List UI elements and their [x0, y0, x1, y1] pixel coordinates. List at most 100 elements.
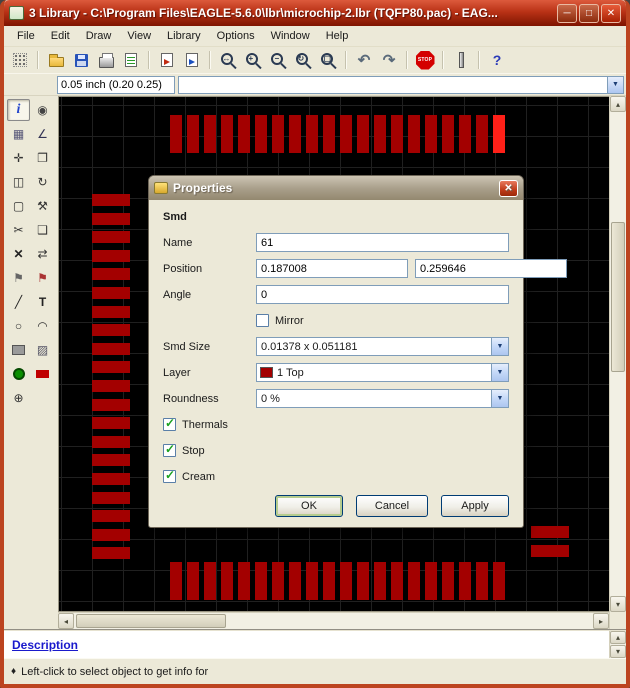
smd-pad-bottom-row[interactable] [204, 562, 216, 600]
description-scrollbar[interactable] [609, 631, 626, 658]
zoom-redraw-button[interactable] [291, 49, 315, 71]
open-button[interactable] [44, 49, 68, 71]
smd-pad-top-row[interactable] [238, 115, 250, 153]
circle-tool[interactable]: ○ [7, 315, 30, 337]
position-x-input[interactable] [256, 259, 408, 278]
smd-pad-top-row[interactable] [272, 115, 284, 153]
redo-button[interactable]: ↷ [377, 49, 401, 71]
smd-pad-left-column[interactable] [92, 380, 130, 392]
mirror-checkbox[interactable] [256, 314, 269, 327]
cut-tool[interactable]: ✂ [7, 219, 30, 241]
smd-pad-bottom-row[interactable] [221, 562, 233, 600]
command-history-dropdown-arrow[interactable] [607, 76, 623, 93]
smd-pad-bottom-row[interactable] [170, 562, 182, 600]
angle-input[interactable] [256, 285, 509, 304]
cam-processor-button[interactable] [119, 49, 143, 71]
apply-button[interactable]: Apply [441, 495, 509, 517]
display-tool[interactable]: ▦ [7, 123, 30, 145]
dialog-close-button[interactable] [499, 179, 518, 197]
smd-pad-bottom-row[interactable] [306, 562, 318, 600]
thermals-checkbox[interactable] [163, 416, 176, 431]
smd-pad-bottom-row[interactable] [357, 562, 369, 600]
smd-pad-top-row[interactable] [374, 115, 386, 153]
run-ulp-button[interactable] [449, 49, 473, 71]
mark-tool[interactable]: ∠ [31, 123, 54, 145]
smd-pad-left-column[interactable] [92, 547, 130, 560]
description-link[interactable]: Description [12, 638, 78, 652]
smd-pad-bottom-row[interactable] [459, 562, 471, 600]
vscroll-track[interactable] [610, 372, 626, 596]
arc-tool[interactable]: ◠ [31, 315, 54, 337]
smd-pad-top-row[interactable] [306, 115, 318, 153]
pad-tool[interactable] [7, 363, 30, 385]
smd-pad-left-column[interactable] [92, 268, 130, 281]
zoom-select-button[interactable] [316, 49, 340, 71]
move-tool[interactable]: ✛ [7, 147, 30, 169]
hole-tool[interactable]: ⊕ [7, 387, 30, 409]
smd-size-select[interactable]: 0.01378 x 0.051181 [256, 337, 509, 356]
name-input[interactable] [256, 233, 509, 252]
smd-pad-bottom-row[interactable] [187, 562, 199, 600]
smd-pad-left-column[interactable] [92, 454, 130, 467]
info-tool[interactable]: i [7, 99, 30, 121]
smd-pad-left-column[interactable] [92, 435, 130, 448]
smd-pad-bottom-row[interactable] [238, 562, 250, 600]
smd-pad-top-row[interactable] [323, 115, 335, 153]
smd-pad-bottom-row[interactable] [323, 562, 335, 600]
zoom-fit-button[interactable] [216, 49, 240, 71]
canvas-vscrollbar[interactable] [610, 96, 626, 612]
smd-pad-top-row[interactable] [221, 115, 233, 153]
smd-pad-left-column[interactable] [92, 398, 130, 411]
help-button[interactable]: ? [485, 49, 509, 71]
smd-pad-left-column[interactable] [92, 231, 130, 244]
menu-library[interactable]: Library [159, 28, 209, 44]
close-button[interactable]: ✕ [601, 3, 621, 23]
smd-pad-top-row[interactable] [289, 115, 301, 153]
hscroll-track[interactable] [226, 613, 593, 629]
scroll-left-arrow[interactable] [58, 613, 74, 629]
smd-pad-bottom-row[interactable] [493, 562, 505, 600]
smd-pad-bottom-row[interactable] [476, 562, 488, 600]
smd-pad-bottom-row[interactable] [425, 562, 437, 600]
smd-pad-right-column[interactable] [531, 544, 569, 557]
smd-pad-top-row[interactable] [459, 115, 471, 153]
command-input[interactable] [179, 76, 607, 93]
stop-checkbox[interactable] [163, 442, 176, 457]
smd-pad-left-column[interactable] [92, 510, 130, 523]
copy-tool[interactable]: ❐ [31, 147, 54, 169]
smd-pad-top-row[interactable] [170, 115, 182, 153]
pinswap-tool[interactable]: ⇄ [31, 243, 54, 265]
smd-pad-left-column[interactable] [92, 361, 130, 374]
scroll-down-arrow[interactable] [610, 596, 626, 612]
rotate-tool[interactable]: ↻ [31, 171, 54, 193]
wire-tool[interactable]: ╱ [7, 291, 30, 313]
layer-dropdown-arrow[interactable] [491, 364, 508, 381]
menu-window[interactable]: Window [263, 28, 318, 44]
smd-pad-bottom-row[interactable] [442, 562, 454, 600]
change-tool[interactable]: ⚒ [31, 195, 54, 217]
smd-pad-left-column[interactable] [92, 305, 130, 318]
zoom-in-button[interactable] [241, 49, 265, 71]
smd-pad-top-row[interactable] [255, 115, 267, 153]
smd-pad-left-column[interactable] [92, 417, 130, 430]
smd-pad-left-column[interactable] [92, 249, 130, 262]
smd-pad-bottom-row[interactable] [408, 562, 420, 600]
smd-pad-bottom-row[interactable] [340, 562, 352, 600]
menu-view[interactable]: View [119, 28, 159, 44]
smd-pad-left-column[interactable] [92, 528, 130, 541]
stop-button[interactable]: STOP [413, 49, 437, 71]
vscroll-thumb[interactable] [611, 222, 625, 372]
paste-tool[interactable]: ❑ [31, 219, 54, 241]
menu-help[interactable]: Help [318, 28, 357, 44]
smd-pad-top-row[interactable] [476, 115, 488, 153]
text-tool[interactable]: T [31, 291, 54, 313]
smd-pad-top-row[interactable] [204, 115, 216, 153]
show-tool[interactable]: ◉ [31, 99, 54, 121]
menu-options[interactable]: Options [209, 28, 263, 44]
smd-pad-bottom-row[interactable] [374, 562, 386, 600]
delete-tool[interactable]: ✕ [7, 243, 30, 265]
smd-pad-bottom-row[interactable] [255, 562, 267, 600]
scroll-up-arrow[interactable] [610, 96, 626, 112]
smd-pad-top-row[interactable] [408, 115, 420, 153]
smd-pad-left-column[interactable] [92, 342, 130, 355]
